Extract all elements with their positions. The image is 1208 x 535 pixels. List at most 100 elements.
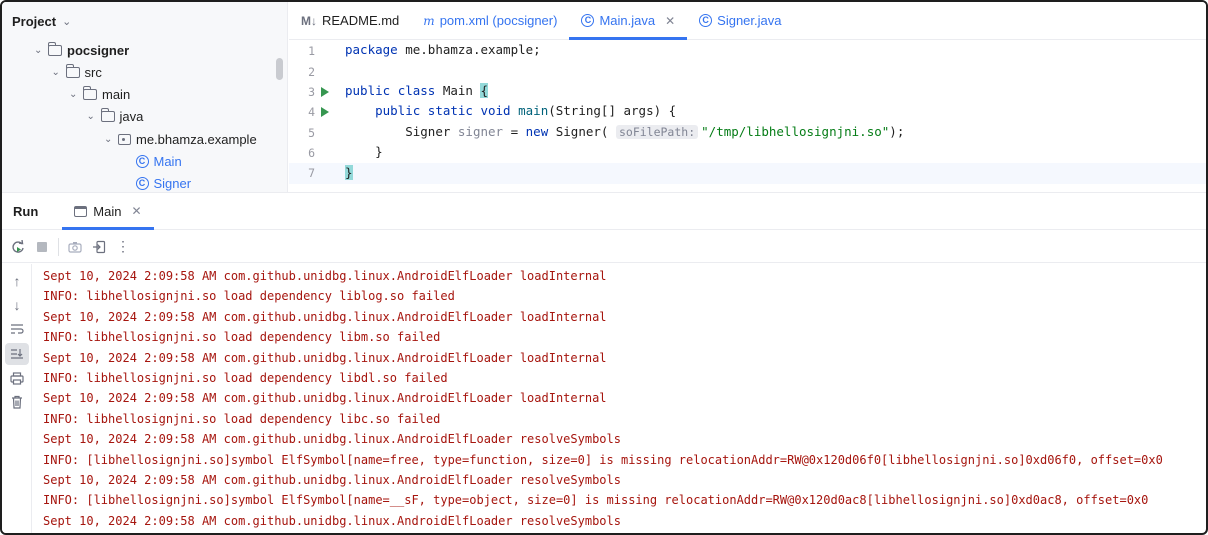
tab-label: Signer.java: [717, 13, 782, 28]
more-vertical-icon: ⋮: [116, 238, 130, 254]
folder-icon: [65, 63, 80, 78]
line-number: 4: [308, 105, 315, 119]
console-line: Sept 10, 2024 2:09:58 AM com.github.unid…: [43, 269, 607, 283]
tree-item-main[interactable]: C Main: [122, 151, 182, 173]
code-line: }: [345, 165, 353, 180]
trash-icon: [12, 395, 22, 409]
code-line: }: [345, 144, 383, 159]
tab-label: Main.java: [599, 13, 656, 28]
rerun-button[interactable]: [6, 235, 30, 259]
line-number: 7: [308, 166, 315, 180]
line-number: 6: [308, 146, 315, 160]
run-panel-header: Run Main ✕: [2, 192, 1206, 230]
more-options-button[interactable]: ⋮: [111, 235, 135, 259]
run-gutter-icon[interactable]: [321, 107, 329, 117]
tree-item-src[interactable]: ⌄ src: [52, 61, 102, 83]
project-header[interactable]: Project ⌄: [2, 2, 287, 40]
chevron-down-icon[interactable]: ⌄: [34, 45, 48, 56]
console-line: Sept 10, 2024 2:09:58 AM com.github.unid…: [43, 309, 607, 324]
class-icon: C: [135, 177, 149, 191]
line-number: 1: [308, 44, 315, 58]
console-line: Sept 10, 2024 2:09:58 AM com.github.unid…: [43, 432, 621, 447]
tree-item-main[interactable]: ⌄ main: [69, 84, 130, 106]
project-title: Project: [12, 13, 57, 29]
scroll-to-end-button[interactable]: [5, 343, 29, 365]
soft-wrap-button[interactable]: [5, 318, 29, 340]
line-number: 3: [308, 85, 315, 99]
tab-label: README.md: [322, 13, 400, 28]
scroll-to-end-icon: [11, 349, 23, 359]
console-side-toolbar: ↑ ↓: [2, 264, 32, 533]
gutter: 1 2 3 4 5 6 7: [289, 40, 339, 192]
console-line: INFO: libhellosignjni.so load dependency…: [43, 289, 455, 304]
tab-signer-java[interactable]: C Signer.java: [687, 2, 793, 39]
window-icon: [74, 205, 88, 217]
console-line: INFO: libhellosignjni.so load dependency…: [43, 330, 441, 345]
close-icon[interactable]: ✕: [665, 14, 675, 28]
rerun-icon: [12, 239, 24, 253]
run-title: Run: [13, 203, 39, 219]
tree-item-label: Main: [153, 154, 182, 169]
chevron-down-icon[interactable]: ⌄: [87, 111, 101, 122]
line-number: 2: [308, 65, 315, 79]
tree-item-label: src: [84, 64, 102, 80]
toolbar-divider: [58, 237, 59, 256]
exit-icon: [93, 240, 106, 253]
class-icon: C: [135, 155, 149, 168]
console-line: Sept 10, 2024 2:09:58 AM com.github.unid…: [43, 391, 607, 406]
console-line: INFO: [libhellosignjni.so]symbol ElfSymb…: [43, 452, 1163, 467]
code-editor[interactable]: 1 2 3 4 5 6 7 package me.bhamza.example;…: [289, 40, 1206, 192]
run-gutter-icon[interactable]: [321, 87, 329, 97]
console-line: INFO: libhellosignjni.so load dependency…: [43, 371, 448, 385]
tree-item-pocsigner[interactable]: ⌄ pocsigner: [34, 39, 129, 61]
console-line: Sept 10, 2024 2:09:58 AM com.github.unid…: [43, 513, 621, 528]
chevron-down-icon[interactable]: ⌄: [69, 89, 83, 100]
maven-icon: m: [423, 13, 435, 28]
tree-item-label: me.bhamza.example: [136, 131, 257, 147]
code-line: package me.bhamza.example;: [345, 42, 541, 57]
run-toolbar: ⋮: [2, 231, 1206, 263]
chevron-down-icon[interactable]: ⌄: [104, 134, 118, 145]
ide-window: Project ⌄ ⌄ pocsigner ⌄ src ⌄ main ⌄ java ⌄ me.bh…: [0, 0, 1208, 535]
console-line: INFO: libhellosignjni.so load dependency…: [43, 411, 441, 426]
stop-icon: [37, 241, 47, 252]
arrow-down-icon: ↓: [13, 297, 21, 313]
project-panel: Project ⌄ ⌄ pocsigner ⌄ src ⌄ main ⌄ java ⌄ me.bh…: [2, 2, 288, 192]
markdown-icon: M↓: [301, 13, 317, 28]
class-icon: C: [581, 14, 595, 27]
tab-pom[interactable]: m pom.xml (pocsigner): [411, 2, 569, 39]
camera-icon: [68, 241, 82, 253]
tab-run-main[interactable]: Main ✕: [62, 193, 154, 230]
scroll-down-button[interactable]: ↓: [5, 294, 29, 316]
soft-wrap-icon: [11, 324, 24, 334]
restore-layout-button[interactable]: [87, 235, 111, 259]
class-icon: C: [699, 14, 713, 27]
chevron-down-icon[interactable]: ⌄: [52, 67, 66, 78]
console-line: Sept 10, 2024 2:09:58 AM com.github.unid…: [43, 350, 607, 365]
tree-item-label: pocsigner: [67, 42, 130, 58]
console-line: Sept 10, 2024 2:09:58 AM com.github.unid…: [43, 473, 621, 487]
tree-item-label: java: [119, 109, 144, 125]
tree-item-me-bhamza-example[interactable]: ⌄ me.bhamza.example: [104, 128, 257, 150]
code-line: Signer signer = new Signer( soFilePath: "…: [405, 124, 905, 139]
run-tab-label: Main: [93, 203, 122, 219]
printer-icon: [10, 371, 24, 385]
console-output[interactable]: Sept 10, 2024 2:09:58 AM com.github.unid…: [43, 264, 1206, 533]
close-icon[interactable]: ✕: [131, 204, 141, 218]
tree-item-label: Signer: [153, 176, 192, 192]
folder-icon: [48, 41, 62, 56]
editor-tabs: M↓ README.md m pom.xml (pocsigner) C Mai…: [289, 2, 1206, 40]
folder-icon: [100, 108, 115, 123]
tree-item-java[interactable]: ⌄ java: [87, 106, 144, 128]
chevron-down-icon[interactable]: ⌄: [62, 15, 71, 28]
scrollbar[interactable]: [276, 58, 283, 80]
print-button[interactable]: [5, 367, 29, 389]
clear-all-button[interactable]: [5, 391, 29, 413]
tree-item-signer[interactable]: C Signer: [122, 173, 192, 192]
console-line: INFO: [libhellosignjni.so]symbol ElfSymb…: [43, 493, 1149, 508]
scroll-up-button[interactable]: ↑: [5, 270, 29, 292]
screenshot-button[interactable]: [63, 235, 87, 259]
stop-button[interactable]: [30, 235, 54, 259]
tab-main-java[interactable]: C Main.java ✕: [569, 2, 687, 40]
tab-readme[interactable]: M↓ README.md: [289, 2, 411, 39]
